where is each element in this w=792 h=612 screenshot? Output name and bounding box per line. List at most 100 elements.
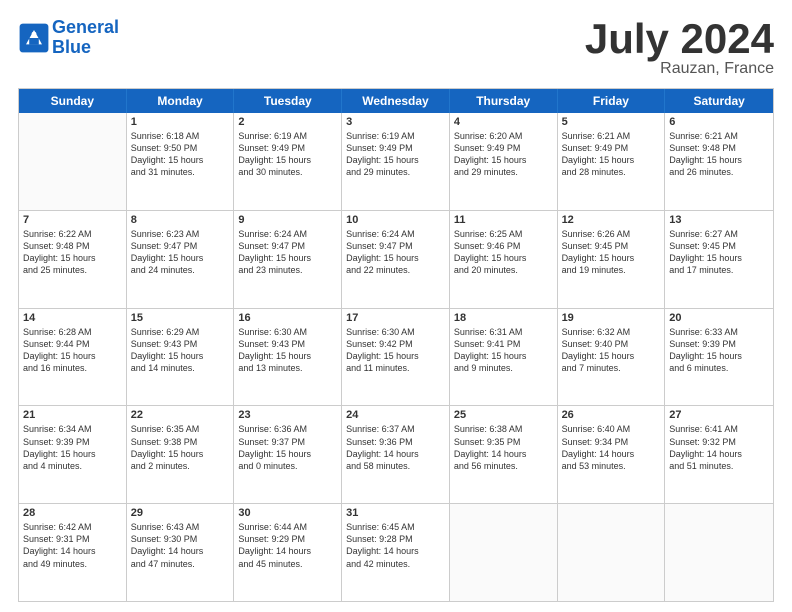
- day-number: 4: [454, 116, 553, 128]
- calendar-cell: 14 Sunrise: 6:28 AM Sunset: 9:44 PM Dayli…: [19, 309, 127, 406]
- calendar-cell: 17Sunrise: 6:30 AM Sunset: 9:42 PM Dayli…: [342, 309, 450, 406]
- cell-info: Sunrise: 6:19 AM Sunset: 9:49 PM Dayligh…: [238, 130, 337, 179]
- calendar-cell: 25Sunrise: 6:38 AM Sunset: 9:35 PM Dayli…: [450, 406, 558, 503]
- day-number: 17: [346, 312, 445, 324]
- calendar-cell: 9Sunrise: 6:24 AM Sunset: 9:47 PM Daylig…: [234, 211, 342, 308]
- day-number: 29: [131, 507, 230, 519]
- header-wednesday: Wednesday: [342, 89, 450, 113]
- calendar-cell: 18Sunrise: 6:31 AM Sunset: 9:41 PM Dayli…: [450, 309, 558, 406]
- calendar-cell: 16Sunrise: 6:30 AM Sunset: 9:43 PM Dayli…: [234, 309, 342, 406]
- day-number: 30: [238, 507, 337, 519]
- location: Rauzan, France: [585, 60, 774, 78]
- calendar-cell: 1 Sunrise: 6:18 AM Sunset: 9:50 PM Daylig…: [127, 113, 235, 210]
- cell-info: Sunrise: 6:18 AM Sunset: 9:50 PM Dayligh…: [131, 130, 230, 179]
- cell-info: Sunrise: 6:26 AM Sunset: 9:45 PM Dayligh…: [562, 228, 661, 277]
- cell-info: Sunrise: 6:41 AM Sunset: 9:32 PM Dayligh…: [669, 423, 769, 472]
- day-number: 19: [562, 312, 661, 324]
- cell-info: Sunrise: 6:34 AM Sunset: 9:39 PM Dayligh…: [23, 423, 122, 472]
- cell-info: Sunrise: 6:24 AM Sunset: 9:47 PM Dayligh…: [346, 228, 445, 277]
- calendar-cell: 13 Sunrise: 6:27 AM Sunset: 9:45 PM Dayli…: [665, 211, 773, 308]
- cell-info: Sunrise: 6:21 AM Sunset: 9:49 PM Dayligh…: [562, 130, 661, 179]
- day-number: 20: [669, 312, 769, 324]
- calendar-row-0: 1 Sunrise: 6:18 AM Sunset: 9:50 PM Daylig…: [19, 113, 773, 210]
- calendar-body: 1 Sunrise: 6:18 AM Sunset: 9:50 PM Daylig…: [19, 113, 773, 601]
- cell-info: Sunrise: 6:28 AM Sunset: 9:44 PM Dayligh…: [23, 326, 122, 375]
- calendar-cell: 28Sunrise: 6:42 AM Sunset: 9:31 PM Dayli…: [19, 504, 127, 601]
- logo-line2: Blue: [52, 38, 119, 58]
- calendar-cell: 5 Sunrise: 6:21 AM Sunset: 9:49 PM Daylig…: [558, 113, 666, 210]
- day-number: 12: [562, 214, 661, 226]
- header: General Blue July 2024 Rauzan, France: [18, 18, 774, 78]
- calendar-cell: 2 Sunrise: 6:19 AM Sunset: 9:49 PM Daylig…: [234, 113, 342, 210]
- logo-icon: [18, 22, 50, 54]
- calendar-cell: 11 Sunrise: 6:25 AM Sunset: 9:46 PM Dayli…: [450, 211, 558, 308]
- cell-info: Sunrise: 6:44 AM Sunset: 9:29 PM Dayligh…: [238, 521, 337, 570]
- title-block: July 2024 Rauzan, France: [585, 18, 774, 78]
- cell-info: Sunrise: 6:33 AM Sunset: 9:39 PM Dayligh…: [669, 326, 769, 375]
- calendar-cell: 15Sunrise: 6:29 AM Sunset: 9:43 PM Dayli…: [127, 309, 235, 406]
- cell-info: Sunrise: 6:25 AM Sunset: 9:46 PM Dayligh…: [454, 228, 553, 277]
- calendar-cell: 22Sunrise: 6:35 AM Sunset: 9:38 PM Dayli…: [127, 406, 235, 503]
- day-number: 14: [23, 312, 122, 324]
- header-tuesday: Tuesday: [234, 89, 342, 113]
- day-number: 31: [346, 507, 445, 519]
- day-number: 6: [669, 116, 769, 128]
- calendar-cell: 30 Sunrise: 6:44 AM Sunset: 9:29 PM Dayli…: [234, 504, 342, 601]
- cell-info: Sunrise: 6:29 AM Sunset: 9:43 PM Dayligh…: [131, 326, 230, 375]
- day-number: 26: [562, 409, 661, 421]
- calendar-row-2: 14 Sunrise: 6:28 AM Sunset: 9:44 PM Dayli…: [19, 308, 773, 406]
- header-friday: Friday: [558, 89, 666, 113]
- calendar-row-1: 7 Sunrise: 6:22 AM Sunset: 9:48 PM Daylig…: [19, 210, 773, 308]
- day-number: 1: [131, 116, 230, 128]
- cell-info: Sunrise: 6:22 AM Sunset: 9:48 PM Dayligh…: [23, 228, 122, 277]
- header-saturday: Saturday: [665, 89, 773, 113]
- logo-line1: General: [52, 18, 119, 38]
- calendar-header: Sunday Monday Tuesday Wednesday Thursday…: [19, 89, 773, 113]
- cell-info: Sunrise: 6:38 AM Sunset: 9:35 PM Dayligh…: [454, 423, 553, 472]
- day-number: 27: [669, 409, 769, 421]
- calendar-cell: [19, 113, 127, 210]
- header-monday: Monday: [127, 89, 235, 113]
- header-thursday: Thursday: [450, 89, 558, 113]
- cell-info: Sunrise: 6:24 AM Sunset: 9:47 PM Dayligh…: [238, 228, 337, 277]
- day-number: 16: [238, 312, 337, 324]
- day-number: 7: [23, 214, 122, 226]
- logo: General Blue: [18, 18, 119, 58]
- calendar-cell: 10 Sunrise: 6:24 AM Sunset: 9:47 PM Dayli…: [342, 211, 450, 308]
- cell-info: Sunrise: 6:20 AM Sunset: 9:49 PM Dayligh…: [454, 130, 553, 179]
- day-number: 3: [346, 116, 445, 128]
- calendar-cell: 7 Sunrise: 6:22 AM Sunset: 9:48 PM Daylig…: [19, 211, 127, 308]
- day-number: 24: [346, 409, 445, 421]
- day-number: 11: [454, 214, 553, 226]
- cell-info: Sunrise: 6:27 AM Sunset: 9:45 PM Dayligh…: [669, 228, 769, 277]
- cell-info: Sunrise: 6:40 AM Sunset: 9:34 PM Dayligh…: [562, 423, 661, 472]
- calendar-cell: 27 Sunrise: 6:41 AM Sunset: 9:32 PM Dayli…: [665, 406, 773, 503]
- calendar-row-3: 21Sunrise: 6:34 AM Sunset: 9:39 PM Dayli…: [19, 405, 773, 503]
- day-number: 10: [346, 214, 445, 226]
- page: General Blue July 2024 Rauzan, France Su…: [0, 0, 792, 612]
- day-number: 8: [131, 214, 230, 226]
- calendar-cell: 3 Sunrise: 6:19 AM Sunset: 9:49 PM Daylig…: [342, 113, 450, 210]
- cell-info: Sunrise: 6:37 AM Sunset: 9:36 PM Dayligh…: [346, 423, 445, 472]
- cell-info: Sunrise: 6:21 AM Sunset: 9:48 PM Dayligh…: [669, 130, 769, 179]
- day-number: 18: [454, 312, 553, 324]
- calendar-row-4: 28Sunrise: 6:42 AM Sunset: 9:31 PM Dayli…: [19, 503, 773, 601]
- cell-info: Sunrise: 6:35 AM Sunset: 9:38 PM Dayligh…: [131, 423, 230, 472]
- day-number: 5: [562, 116, 661, 128]
- cell-info: Sunrise: 6:19 AM Sunset: 9:49 PM Dayligh…: [346, 130, 445, 179]
- cell-info: Sunrise: 6:32 AM Sunset: 9:40 PM Dayligh…: [562, 326, 661, 375]
- calendar-cell: 19 Sunrise: 6:32 AM Sunset: 9:40 PM Dayli…: [558, 309, 666, 406]
- calendar-cell: 4 Sunrise: 6:20 AM Sunset: 9:49 PM Daylig…: [450, 113, 558, 210]
- calendar-cell: 6 Sunrise: 6:21 AM Sunset: 9:48 PM Daylig…: [665, 113, 773, 210]
- calendar-cell: 29 Sunrise: 6:43 AM Sunset: 9:30 PM Dayli…: [127, 504, 235, 601]
- day-number: 13: [669, 214, 769, 226]
- cell-info: Sunrise: 6:43 AM Sunset: 9:30 PM Dayligh…: [131, 521, 230, 570]
- cell-info: Sunrise: 6:45 AM Sunset: 9:28 PM Dayligh…: [346, 521, 445, 570]
- day-number: 2: [238, 116, 337, 128]
- calendar-cell: [665, 504, 773, 601]
- header-sunday: Sunday: [19, 89, 127, 113]
- day-number: 23: [238, 409, 337, 421]
- month-title: July 2024: [585, 18, 774, 60]
- calendar-cell: 26 Sunrise: 6:40 AM Sunset: 9:34 PM Dayli…: [558, 406, 666, 503]
- day-number: 28: [23, 507, 122, 519]
